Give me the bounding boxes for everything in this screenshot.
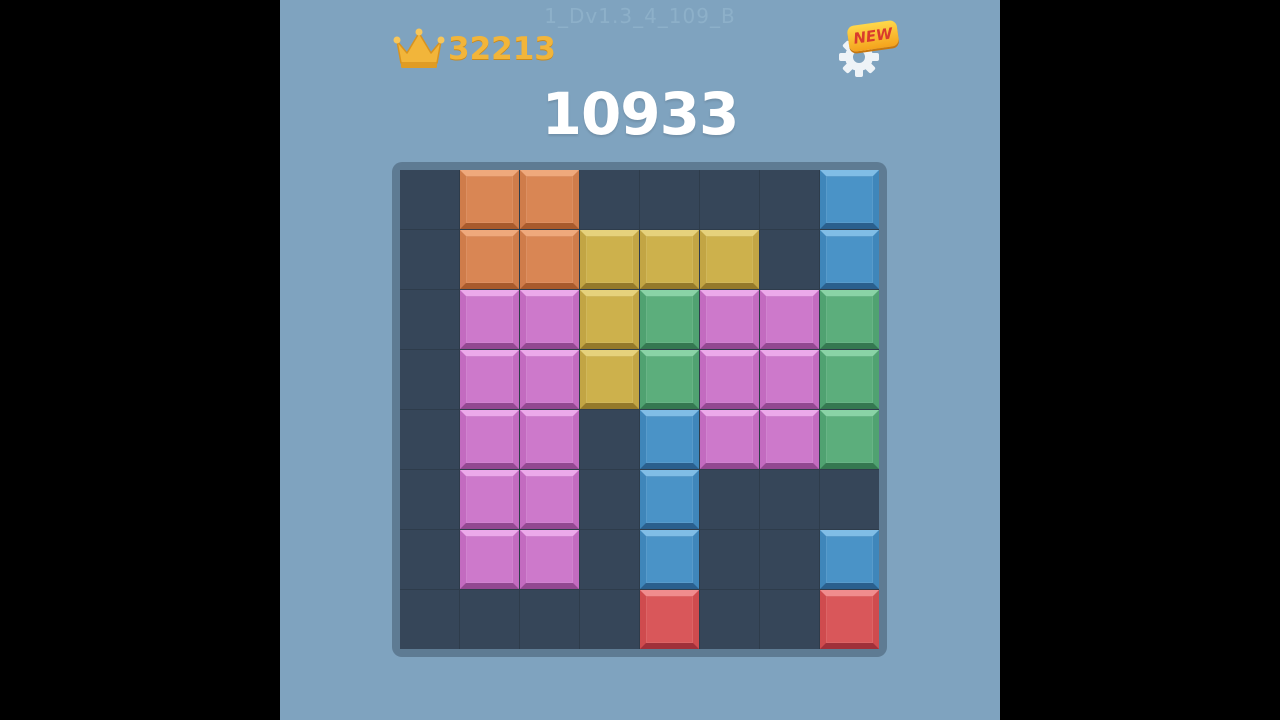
empty-cell[interactable] [580,470,639,529]
empty-cell[interactable] [400,230,459,289]
block-orange[interactable] [460,230,519,289]
empty-cell[interactable] [580,410,639,469]
block-pink[interactable] [760,350,819,409]
empty-cell[interactable] [700,530,759,589]
block-green[interactable] [820,290,879,349]
block-blue[interactable] [820,170,879,229]
empty-cell[interactable] [580,170,639,229]
empty-cell[interactable] [400,350,459,409]
empty-cell[interactable] [400,410,459,469]
empty-cell[interactable] [760,230,819,289]
block-yellow[interactable] [640,230,699,289]
block-pink[interactable] [520,470,579,529]
empty-cell[interactable] [700,170,759,229]
empty-cell[interactable] [700,590,759,649]
empty-cell[interactable] [580,590,639,649]
block-blue[interactable] [820,530,879,589]
block-pink[interactable] [520,410,579,469]
settings-button[interactable]: NEW [832,18,902,80]
block-blue[interactable] [820,230,879,289]
empty-cell[interactable] [520,590,579,649]
block-pink[interactable] [460,530,519,589]
best-score-value: 32213 [448,31,556,67]
block-green[interactable] [640,290,699,349]
block-pink[interactable] [700,290,759,349]
block-pink[interactable] [520,530,579,589]
block-pink[interactable] [520,290,579,349]
empty-cell[interactable] [760,530,819,589]
block-pink[interactable] [760,410,819,469]
empty-cell[interactable] [700,470,759,529]
empty-cell[interactable] [760,170,819,229]
empty-cell[interactable] [820,470,879,529]
block-red[interactable] [820,590,879,649]
block-blue[interactable] [640,410,699,469]
best-score-display: 32213 [392,24,556,74]
game-screen: 1_Dv1.3_4_109_B 32213 NEW 10933 [280,0,1000,720]
block-pink[interactable] [520,350,579,409]
block-pink[interactable] [460,350,519,409]
block-yellow[interactable] [700,230,759,289]
block-yellow[interactable] [580,230,639,289]
block-pink[interactable] [460,410,519,469]
block-pink[interactable] [700,350,759,409]
empty-cell[interactable] [580,530,639,589]
empty-cell[interactable] [460,590,519,649]
game-board[interactable] [400,170,879,649]
block-pink[interactable] [460,470,519,529]
empty-cell[interactable] [400,470,459,529]
block-pink[interactable] [700,410,759,469]
block-pink[interactable] [460,290,519,349]
new-badge: NEW [846,19,900,53]
block-pink[interactable] [760,290,819,349]
block-orange[interactable] [520,230,579,289]
board-frame [392,162,887,657]
block-green[interactable] [820,410,879,469]
empty-cell[interactable] [400,290,459,349]
block-blue[interactable] [640,530,699,589]
empty-cell[interactable] [400,590,459,649]
block-orange[interactable] [520,170,579,229]
block-orange[interactable] [460,170,519,229]
empty-cell[interactable] [640,170,699,229]
crown-icon [393,28,445,68]
empty-cell[interactable] [400,530,459,589]
empty-cell[interactable] [760,470,819,529]
block-red[interactable] [640,590,699,649]
block-green[interactable] [640,350,699,409]
block-green[interactable] [820,350,879,409]
current-score: 10933 [541,80,740,148]
block-yellow[interactable] [580,350,639,409]
block-yellow[interactable] [580,290,639,349]
block-blue[interactable] [640,470,699,529]
empty-cell[interactable] [760,590,819,649]
empty-cell[interactable] [400,170,459,229]
